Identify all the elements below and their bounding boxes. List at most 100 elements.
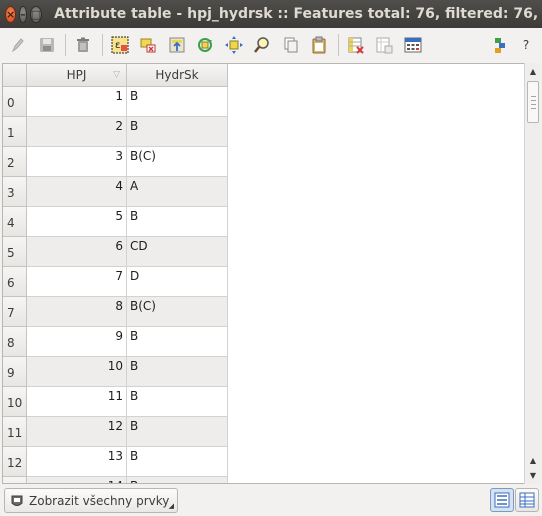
table-row[interactable]: 8 9 B: [3, 327, 229, 357]
row-header[interactable]: [3, 477, 27, 483]
cell-hydrsk[interactable]: CD: [127, 237, 228, 267]
switch-to-table-view-button[interactable]: [515, 488, 539, 512]
cell-hydrsk[interactable]: B: [127, 417, 228, 447]
table-row[interactable]: 6 7 D: [3, 267, 229, 297]
copy-icon: [284, 37, 297, 53]
table-row[interactable]: 10 11 B: [3, 387, 229, 417]
table-row[interactable]: 0 1 B: [3, 87, 229, 117]
cell-hydrsk[interactable]: D: [127, 267, 228, 297]
toggle-editing-button[interactable]: [6, 33, 30, 57]
field-calculator-button[interactable]: [401, 33, 425, 57]
table-row[interactable]: 2 3 B(C): [3, 147, 229, 177]
table-row[interactable]: 3 4 A: [3, 177, 229, 207]
cell-hpj[interactable]: 1: [27, 87, 127, 117]
row-header[interactable]: 12: [3, 447, 27, 477]
cell-hpj[interactable]: 8: [27, 297, 127, 327]
cell-hpj[interactable]: 14: [27, 477, 127, 483]
table-row[interactable]: 14 B: [3, 477, 229, 483]
help-icon: ?: [522, 38, 530, 52]
cell-hydrsk[interactable]: B: [127, 117, 228, 147]
row-header[interactable]: 11: [3, 417, 27, 447]
table-row[interactable]: 9 10 B: [3, 357, 229, 387]
new-column-button[interactable]: [372, 33, 396, 57]
pan-to-selected-button[interactable]: [222, 33, 246, 57]
row-header[interactable]: 2: [3, 147, 27, 177]
cell-hpj[interactable]: 5: [27, 207, 127, 237]
cell-hpj[interactable]: 12: [27, 417, 127, 447]
cell-hydrsk[interactable]: B: [127, 207, 228, 237]
cell-hydrsk[interactable]: B: [127, 87, 228, 117]
table-row[interactable]: 4 5 B: [3, 207, 229, 237]
attribute-table-grid: HPJ ▽ HydrSk 0 1 B 1 2 B 2 3 B(C) 3 4 A …: [2, 63, 540, 484]
scroll-down-arrow-icon[interactable]: ▼: [526, 468, 540, 482]
row-header[interactable]: 4: [3, 207, 27, 237]
scroll-up-arrow-icon[interactable]: ▲: [526, 453, 540, 467]
feature-filter-dropdown[interactable]: Zobrazit všechny prvky ◢: [4, 488, 178, 513]
table-row[interactable]: 5 6 CD: [3, 237, 229, 267]
scrollbar-thumb[interactable]: [527, 81, 539, 123]
row-header[interactable]: 1: [3, 117, 27, 147]
copy-rows-button[interactable]: [279, 33, 303, 57]
toolbar-separator: [101, 34, 103, 56]
conditional-formatting-icon: [495, 38, 505, 53]
cell-hydrsk[interactable]: B: [127, 477, 228, 483]
maximize-window-button[interactable]: □: [29, 5, 43, 23]
minimize-window-button[interactable]: –: [19, 5, 27, 23]
paste-features-button[interactable]: [307, 33, 331, 57]
dropdown-arrow-icon: ◢: [168, 502, 174, 510]
conditional-formatting-button[interactable]: [489, 33, 513, 57]
cell-hydrsk[interactable]: B: [127, 387, 228, 417]
delete-column-button[interactable]: [344, 33, 368, 57]
table-row[interactable]: 1 2 B: [3, 117, 229, 147]
invert-selection-button[interactable]: [193, 33, 217, 57]
cell-hydrsk[interactable]: B(C): [127, 297, 228, 327]
cell-hpj[interactable]: 9: [27, 327, 127, 357]
cell-hpj[interactable]: 7: [27, 267, 127, 297]
switch-to-form-view-button[interactable]: [490, 488, 514, 512]
delete-selected-button[interactable]: [71, 33, 95, 57]
column-header-hydrsk[interactable]: HydrSk: [127, 64, 228, 87]
cell-hydrsk[interactable]: A: [127, 177, 228, 207]
cell-hydrsk[interactable]: B: [127, 357, 228, 387]
table-corner-button[interactable]: [3, 64, 27, 87]
cell-hpj[interactable]: 4: [27, 177, 127, 207]
cell-hpj[interactable]: 10: [27, 357, 127, 387]
cell-hydrsk[interactable]: B: [127, 327, 228, 357]
select-by-expression-button[interactable]: ε: [108, 33, 132, 57]
cell-hpj[interactable]: 11: [27, 387, 127, 417]
row-header[interactable]: 9: [3, 357, 27, 387]
vertical-scrollbar[interactable]: ▲ ▲ ▼: [524, 63, 540, 484]
row-header[interactable]: 0: [3, 87, 27, 117]
column-header-hpj[interactable]: HPJ ▽: [27, 64, 127, 87]
scroll-up-arrow-icon[interactable]: ▲: [526, 64, 540, 78]
cell-hpj[interactable]: 6: [27, 237, 127, 267]
save-edits-button[interactable]: [35, 33, 59, 57]
row-header[interactable]: 10: [3, 387, 27, 417]
cell-hydrsk[interactable]: B(C): [127, 147, 228, 177]
cell-hpj[interactable]: 2: [27, 117, 127, 147]
row-header[interactable]: 6: [3, 267, 27, 297]
cell-hpj[interactable]: 3: [27, 147, 127, 177]
cell-hpj[interactable]: 13: [27, 447, 127, 477]
table-row[interactable]: 7 8 B(C): [3, 297, 229, 327]
invert-selection-icon: [198, 38, 212, 52]
zoom-to-selected-button[interactable]: [250, 33, 274, 57]
move-to-top-icon: [169, 37, 184, 53]
row-header[interactable]: 8: [3, 327, 27, 357]
row-header[interactable]: 5: [3, 237, 27, 267]
row-header[interactable]: 3: [3, 177, 27, 207]
cell-hydrsk[interactable]: B: [127, 447, 228, 477]
svg-text:ε: ε: [115, 40, 120, 51]
deselect-all-button[interactable]: [136, 33, 160, 57]
help-button[interactable]: ?: [514, 33, 538, 57]
delete-column-icon: [348, 37, 364, 54]
table-row[interactable]: 12 13 B: [3, 447, 229, 477]
close-window-button[interactable]: ×: [5, 5, 17, 23]
row-header[interactable]: 7: [3, 297, 27, 327]
move-selection-to-top-button[interactable]: [165, 33, 189, 57]
paste-icon: [312, 36, 326, 54]
pan-icon: [224, 36, 243, 54]
title-bar: × – □ Attribute table - hpj_hydrsk :: Fe…: [0, 0, 542, 28]
table-row[interactable]: 11 12 B: [3, 417, 229, 447]
pencil-icon: [11, 38, 24, 53]
